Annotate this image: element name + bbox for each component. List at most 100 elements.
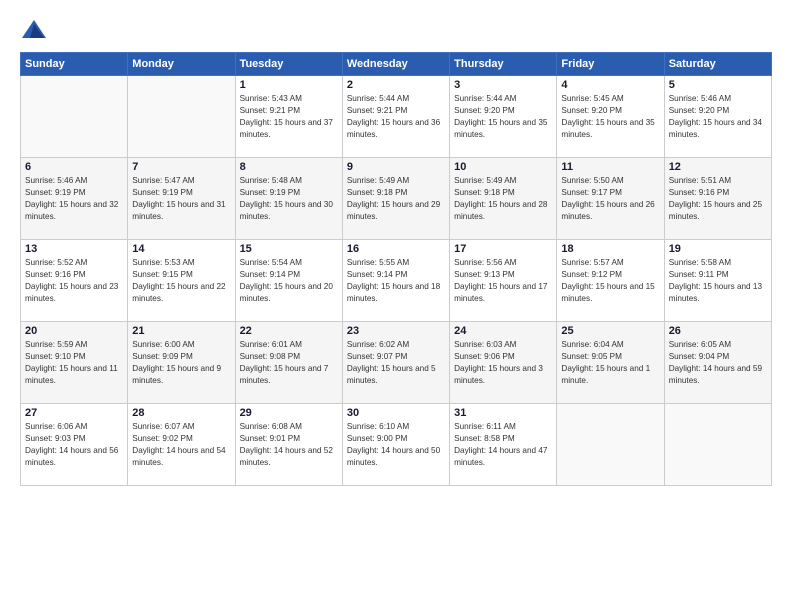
calendar-cell: 5Sunrise: 5:46 AM Sunset: 9:20 PM Daylig…: [664, 76, 771, 158]
calendar-week-row: 1Sunrise: 5:43 AM Sunset: 9:21 PM Daylig…: [21, 76, 772, 158]
day-info: Sunrise: 6:02 AM Sunset: 9:07 PM Dayligh…: [347, 339, 445, 387]
day-info: Sunrise: 6:10 AM Sunset: 9:00 PM Dayligh…: [347, 421, 445, 469]
day-info: Sunrise: 6:04 AM Sunset: 9:05 PM Dayligh…: [561, 339, 659, 387]
day-info: Sunrise: 5:46 AM Sunset: 9:19 PM Dayligh…: [25, 175, 123, 223]
calendar-cell: [664, 404, 771, 486]
calendar-cell: 23 Sunrise: 6:02 AM Sunset: 9:07 PM Dayli…: [342, 322, 449, 404]
day-number: 2: [347, 79, 445, 91]
header: [20, 16, 772, 44]
day-number: 15: [240, 243, 338, 255]
calendar-cell: 12 Sunrise: 5:51 AM Sunset: 9:16 PM Dayli…: [664, 158, 771, 240]
weekday-header-thursday: Thursday: [450, 53, 557, 76]
day-number: 12: [669, 161, 767, 173]
calendar-cell: 28 Sunrise: 6:07 AM Sunset: 9:02 PM Dayli…: [128, 404, 235, 486]
day-number: 11: [561, 161, 659, 173]
day-number: 21: [132, 325, 230, 337]
day-info: Sunrise: 5:57 AM Sunset: 9:12 PM Dayligh…: [561, 257, 659, 305]
day-info: Sunrise: 5:53 AM Sunset: 9:15 PM Dayligh…: [132, 257, 230, 305]
day-number: 20: [25, 325, 123, 337]
day-number: 30: [347, 407, 445, 419]
day-info: Sunrise: 5:49 AM Sunset: 9:18 PM Dayligh…: [347, 175, 445, 223]
day-info: Sunrise: 5:59 AM Sunset: 9:10 PM Dayligh…: [25, 339, 123, 387]
day-number: 16: [347, 243, 445, 255]
day-info: Sunrise: 6:05 AM Sunset: 9:04 PM Dayligh…: [669, 339, 767, 387]
calendar-cell: 11 Sunrise: 5:50 AM Sunset: 9:17 PM Dayli…: [557, 158, 664, 240]
calendar-cell: 10 Sunrise: 5:49 AM Sunset: 9:18 PM Dayli…: [450, 158, 557, 240]
calendar-cell: 6 Sunrise: 5:46 AM Sunset: 9:19 PM Daylig…: [21, 158, 128, 240]
calendar-cell: [21, 76, 128, 158]
calendar-cell: 26 Sunrise: 6:05 AM Sunset: 9:04 PM Dayli…: [664, 322, 771, 404]
day-info: Sunrise: 5:52 AM Sunset: 9:16 PM Dayligh…: [25, 257, 123, 305]
day-info: Sunrise: 5:43 AM Sunset: 9:21 PM Dayligh…: [240, 93, 338, 141]
day-number: 24: [454, 325, 552, 337]
day-info: Sunrise: 5:48 AM Sunset: 9:19 PM Dayligh…: [240, 175, 338, 223]
day-info: Sunrise: 6:11 AM Sunset: 8:58 PM Dayligh…: [454, 421, 552, 469]
calendar-cell: 18 Sunrise: 5:57 AM Sunset: 9:12 PM Dayli…: [557, 240, 664, 322]
weekday-header-tuesday: Tuesday: [235, 53, 342, 76]
calendar-cell: 19 Sunrise: 5:58 AM Sunset: 9:11 PM Dayli…: [664, 240, 771, 322]
day-number: 13: [25, 243, 123, 255]
day-number: 14: [132, 243, 230, 255]
calendar-cell: 17Sunrise: 5:56 AM Sunset: 9:13 PM Dayli…: [450, 240, 557, 322]
day-number: 4: [561, 79, 659, 91]
day-number: 18: [561, 243, 659, 255]
day-number: 28: [132, 407, 230, 419]
weekday-header-wednesday: Wednesday: [342, 53, 449, 76]
calendar-cell: [557, 404, 664, 486]
day-info: Sunrise: 5:47 AM Sunset: 9:19 PM Dayligh…: [132, 175, 230, 223]
calendar-cell: 1Sunrise: 5:43 AM Sunset: 9:21 PM Daylig…: [235, 76, 342, 158]
day-info: Sunrise: 5:44 AM Sunset: 9:20 PM Dayligh…: [454, 93, 552, 141]
calendar-cell: 14 Sunrise: 5:53 AM Sunset: 9:15 PM Dayli…: [128, 240, 235, 322]
calendar-cell: [128, 76, 235, 158]
day-number: 25: [561, 325, 659, 337]
weekday-header-saturday: Saturday: [664, 53, 771, 76]
calendar-week-row: 13 Sunrise: 5:52 AM Sunset: 9:16 PM Dayli…: [21, 240, 772, 322]
day-info: Sunrise: 5:45 AM Sunset: 9:20 PM Dayligh…: [561, 93, 659, 141]
day-info: Sunrise: 5:49 AM Sunset: 9:18 PM Dayligh…: [454, 175, 552, 223]
day-number: 7: [132, 161, 230, 173]
calendar-table: SundayMondayTuesdayWednesdayThursdayFrid…: [20, 52, 772, 486]
day-number: 6: [25, 161, 123, 173]
day-number: 23: [347, 325, 445, 337]
day-number: 8: [240, 161, 338, 173]
day-number: 29: [240, 407, 338, 419]
day-number: 10: [454, 161, 552, 173]
day-number: 26: [669, 325, 767, 337]
calendar-cell: 2Sunrise: 5:44 AM Sunset: 9:21 PM Daylig…: [342, 76, 449, 158]
day-info: Sunrise: 5:58 AM Sunset: 9:11 PM Dayligh…: [669, 257, 767, 305]
weekday-header-sunday: Sunday: [21, 53, 128, 76]
day-info: Sunrise: 5:54 AM Sunset: 9:14 PM Dayligh…: [240, 257, 338, 305]
day-number: 5: [669, 79, 767, 91]
calendar-cell: 30 Sunrise: 6:10 AM Sunset: 9:00 PM Dayli…: [342, 404, 449, 486]
calendar-cell: 4 Sunrise: 5:45 AM Sunset: 9:20 PM Daylig…: [557, 76, 664, 158]
day-info: Sunrise: 6:06 AM Sunset: 9:03 PM Dayligh…: [25, 421, 123, 469]
day-number: 9: [347, 161, 445, 173]
day-info: Sunrise: 5:55 AM Sunset: 9:14 PM Dayligh…: [347, 257, 445, 305]
day-number: 27: [25, 407, 123, 419]
calendar-cell: 31 Sunrise: 6:11 AM Sunset: 8:58 PM Dayli…: [450, 404, 557, 486]
calendar-cell: 3Sunrise: 5:44 AM Sunset: 9:20 PM Daylig…: [450, 76, 557, 158]
day-info: Sunrise: 5:51 AM Sunset: 9:16 PM Dayligh…: [669, 175, 767, 223]
day-info: Sunrise: 6:00 AM Sunset: 9:09 PM Dayligh…: [132, 339, 230, 387]
calendar-cell: 21 Sunrise: 6:00 AM Sunset: 9:09 PM Dayli…: [128, 322, 235, 404]
page-container: SundayMondayTuesdayWednesdayThursdayFrid…: [0, 0, 792, 496]
day-number: 22: [240, 325, 338, 337]
day-info: Sunrise: 6:08 AM Sunset: 9:01 PM Dayligh…: [240, 421, 338, 469]
calendar-cell: 15 Sunrise: 5:54 AM Sunset: 9:14 PM Dayli…: [235, 240, 342, 322]
day-number: 31: [454, 407, 552, 419]
day-number: 17: [454, 243, 552, 255]
weekday-header-friday: Friday: [557, 53, 664, 76]
calendar-cell: 8 Sunrise: 5:48 AM Sunset: 9:19 PM Daylig…: [235, 158, 342, 240]
calendar-week-row: 27 Sunrise: 6:06 AM Sunset: 9:03 PM Dayli…: [21, 404, 772, 486]
logo: [20, 16, 52, 44]
day-info: Sunrise: 6:03 AM Sunset: 9:06 PM Dayligh…: [454, 339, 552, 387]
calendar-cell: 25 Sunrise: 6:04 AM Sunset: 9:05 PM Dayli…: [557, 322, 664, 404]
calendar-cell: 22 Sunrise: 6:01 AM Sunset: 9:08 PM Dayli…: [235, 322, 342, 404]
day-number: 19: [669, 243, 767, 255]
calendar-cell: 16 Sunrise: 5:55 AM Sunset: 9:14 PM Dayli…: [342, 240, 449, 322]
day-info: Sunrise: 6:07 AM Sunset: 9:02 PM Dayligh…: [132, 421, 230, 469]
day-info: Sunrise: 6:01 AM Sunset: 9:08 PM Dayligh…: [240, 339, 338, 387]
day-info: Sunrise: 5:50 AM Sunset: 9:17 PM Dayligh…: [561, 175, 659, 223]
logo-icon: [20, 16, 48, 44]
calendar-cell: 29 Sunrise: 6:08 AM Sunset: 9:01 PM Dayli…: [235, 404, 342, 486]
